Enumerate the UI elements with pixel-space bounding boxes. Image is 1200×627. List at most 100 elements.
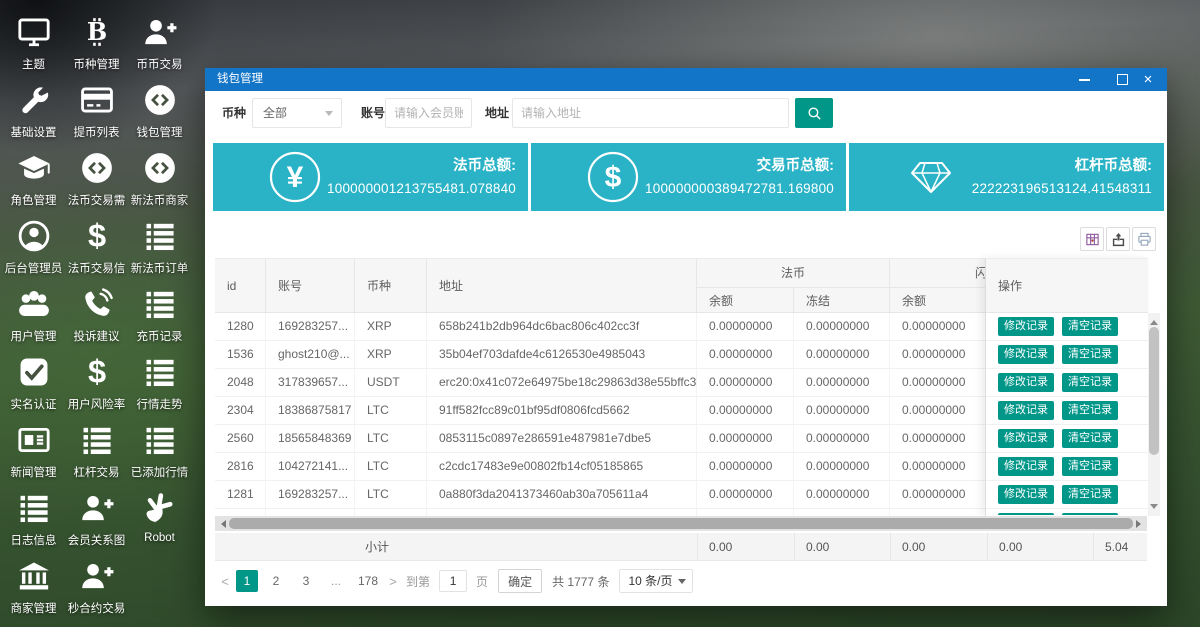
desktop-icon-3[interactable]: 基础设置	[2, 80, 65, 148]
page-button-2[interactable]: 2	[264, 570, 288, 592]
desktop-icon-16[interactable]: $用户风险率	[65, 352, 128, 420]
clear-record-button[interactable]: 清空记录	[1062, 373, 1118, 392]
modify-record-button[interactable]: 修改记录	[998, 401, 1054, 420]
desktop-icon-0[interactable]: 主题	[2, 12, 65, 80]
horizontal-scrollbar[interactable]	[215, 516, 1147, 531]
cell-account: 169283257...	[266, 481, 355, 508]
modify-record-button[interactable]: 修改记录	[998, 317, 1054, 336]
vertical-scrollbar-thumb[interactable]	[1149, 327, 1159, 455]
desktop-icon-19[interactable]: 杠杆交易	[65, 420, 128, 488]
cell-account: 104272141...	[266, 453, 355, 480]
next-page-button[interactable]: >	[385, 574, 401, 589]
wrench-icon	[2, 80, 65, 123]
jump-page-input[interactable]	[439, 570, 467, 592]
dollar-icon: $	[587, 151, 639, 203]
desktop-icon-15[interactable]: 实名认证	[2, 352, 65, 420]
modify-record-button[interactable]: 修改记录	[998, 513, 1054, 515]
cell-account: 169283257...	[266, 313, 355, 340]
desktop-icon-24[interactable]: 商家管理	[2, 556, 65, 624]
desktop-icon-label: 角色管理	[2, 192, 65, 208]
desktop-icon-13[interactable]: 投诉建议	[65, 284, 128, 352]
clear-record-button[interactable]: 清空记录	[1062, 485, 1118, 504]
modify-record-button[interactable]: 修改记录	[998, 457, 1054, 476]
modify-record-button[interactable]: 修改记录	[998, 429, 1054, 448]
cell-address: 0853115c0897e286591e487981e7dbe5	[427, 425, 697, 452]
scroll-right-icon[interactable]	[1136, 520, 1145, 528]
desktop-icon-10[interactable]: $法币交易信	[65, 216, 128, 284]
coin-filter-label: 币种	[222, 98, 246, 128]
modify-record-button[interactable]: 修改记录	[998, 345, 1054, 364]
cell-fiat-frozen: 0.00000000	[794, 369, 890, 396]
operations-row: 修改记录清空记录	[986, 397, 1148, 425]
horizontal-scrollbar-thumb[interactable]	[229, 518, 1133, 529]
modify-record-button[interactable]: 修改记录	[998, 373, 1054, 392]
clear-record-button[interactable]: 清空记录	[1062, 401, 1118, 420]
list-icon	[65, 420, 128, 463]
desktop-icon-18[interactable]: 新闻管理	[2, 420, 65, 488]
clear-record-button[interactable]: 清空记录	[1062, 345, 1118, 364]
account-input[interactable]	[385, 98, 472, 128]
prev-page-button[interactable]: <	[217, 574, 233, 589]
filter-columns-button[interactable]	[1080, 227, 1104, 251]
desktop-icon-7[interactable]: 法币交易需	[65, 148, 128, 216]
export-button[interactable]	[1106, 227, 1130, 251]
desktop-icon-23[interactable]: Robot	[128, 488, 191, 556]
desktop-icon-22[interactable]: 会员关系图	[65, 488, 128, 556]
svg-text:$: $	[87, 219, 105, 253]
desktop-icon-2[interactable]: 币币交易	[128, 12, 191, 80]
maximize-icon	[1117, 74, 1128, 85]
svg-text:$: $	[605, 161, 622, 194]
desktop-icon-label: 主题	[2, 56, 65, 72]
confirm-button[interactable]: 确定	[498, 569, 542, 593]
jump-prefix-label: 到第	[406, 573, 430, 590]
summary-cards: ¥ 法币总额: 100000001213755481.078840 $ 交易币总…	[213, 143, 1164, 211]
list-icon	[128, 420, 191, 463]
print-button[interactable]	[1132, 227, 1156, 251]
dollar-icon: $	[65, 216, 128, 259]
desktop-icon-12[interactable]: 用户管理	[2, 284, 65, 352]
address-filter-label: 地址	[485, 98, 509, 128]
desktop-icon-6[interactable]: 角色管理	[2, 148, 65, 216]
scroll-up-icon[interactable]	[1150, 316, 1158, 325]
page-button-1[interactable]: 1	[236, 570, 258, 592]
maximize-button[interactable]	[1109, 68, 1135, 91]
vertical-scrollbar[interactable]	[1148, 313, 1160, 516]
scroll-down-icon[interactable]	[1150, 504, 1158, 513]
clear-record-button[interactable]: 清空记录	[1062, 513, 1118, 515]
desktop-icon-5[interactable]: 钱包管理	[128, 80, 191, 148]
cell-account: ghost210@...	[266, 341, 355, 368]
cell-coin: LTC	[355, 481, 427, 508]
close-button[interactable]: ×	[1135, 68, 1161, 91]
desktop-icon-25[interactable]: 秒合约交易	[65, 556, 128, 624]
cell-fiat-balance: 0.00000000	[697, 509, 794, 516]
desktop-icon-label: 后台管理员	[2, 260, 65, 276]
desktop-icon-9[interactable]: 后台管理员	[2, 216, 65, 284]
chevron-down-icon	[678, 579, 686, 588]
page-button-178[interactable]: 178	[354, 570, 382, 592]
desktop-icon-4[interactable]: 提币列表	[65, 80, 128, 148]
desktop-icon-20[interactable]: 已添加行情	[128, 420, 191, 488]
desktop-icon-17[interactable]: 行情走势	[128, 352, 191, 420]
scroll-left-icon[interactable]	[217, 520, 226, 528]
desktop-icon-21[interactable]: 日志信息	[2, 488, 65, 556]
address-input[interactable]	[512, 98, 789, 128]
minimize-button[interactable]	[1071, 68, 1097, 91]
page-button-3[interactable]: 3	[294, 570, 318, 592]
search-button[interactable]	[795, 98, 833, 128]
desktop-icon-14[interactable]: 充币记录	[128, 284, 191, 352]
clear-record-button[interactable]: 清空记录	[1062, 317, 1118, 336]
user-circle-icon	[2, 216, 65, 259]
desktop-icon-1[interactable]: B币种管理	[65, 12, 128, 80]
page-size-select[interactable]: 10 条/页	[619, 569, 693, 593]
clear-record-button[interactable]: 清空记录	[1062, 457, 1118, 476]
subtotal-value: 5.04	[1105, 533, 1128, 561]
desktop-icon-11[interactable]: 新法币订单	[128, 216, 191, 284]
modify-record-button[interactable]: 修改记录	[998, 485, 1054, 504]
clear-record-button[interactable]: 清空记录	[1062, 429, 1118, 448]
swap-circle-icon	[65, 148, 128, 191]
desktop-icon-8[interactable]: 新法币商家	[128, 148, 191, 216]
svg-text:¥: ¥	[287, 161, 304, 194]
yuan-icon: ¥	[269, 151, 321, 203]
users-icon	[2, 284, 65, 327]
coin-select[interactable]: 全部	[252, 98, 342, 128]
